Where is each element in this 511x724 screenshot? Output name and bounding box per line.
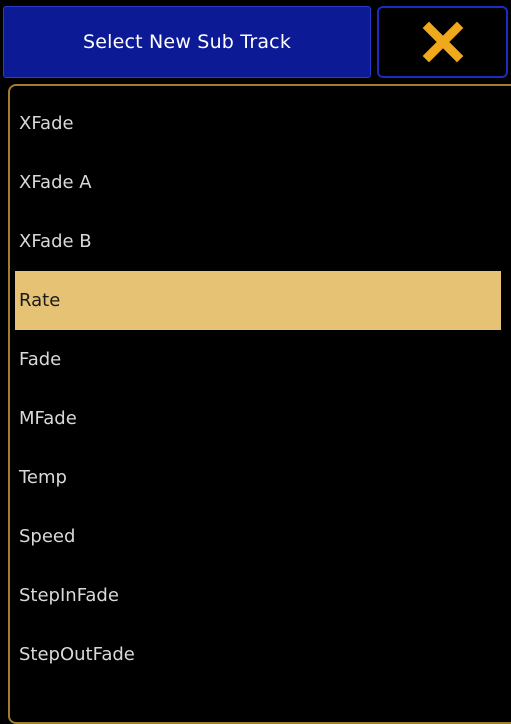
list-item-stepoutfade[interactable]: StepOutFade — [15, 625, 501, 684]
list-item-fade[interactable]: Fade — [15, 330, 501, 389]
list-item-rate[interactable]: Rate — [15, 271, 501, 330]
dialog-title: Select New Sub Track — [82, 31, 292, 53]
dialog-title-bar: Select New Sub Track — [3, 6, 371, 78]
close-button[interactable] — [377, 6, 508, 78]
list-item-xfade-a[interactable]: XFade A — [15, 153, 501, 212]
list-item-mfade[interactable]: MFade — [15, 389, 501, 448]
close-icon — [422, 21, 464, 63]
list-item-xfade-b[interactable]: XFade B — [15, 212, 501, 271]
sub-track-list: XFade XFade A XFade B Rate Fade MFade Te… — [15, 94, 501, 684]
list-item-stepinfade[interactable]: StepInFade — [15, 566, 501, 625]
list-item-xfade[interactable]: XFade — [15, 94, 501, 153]
list-item-temp[interactable]: Temp — [15, 448, 501, 507]
list-item-speed[interactable]: Speed — [15, 507, 501, 566]
